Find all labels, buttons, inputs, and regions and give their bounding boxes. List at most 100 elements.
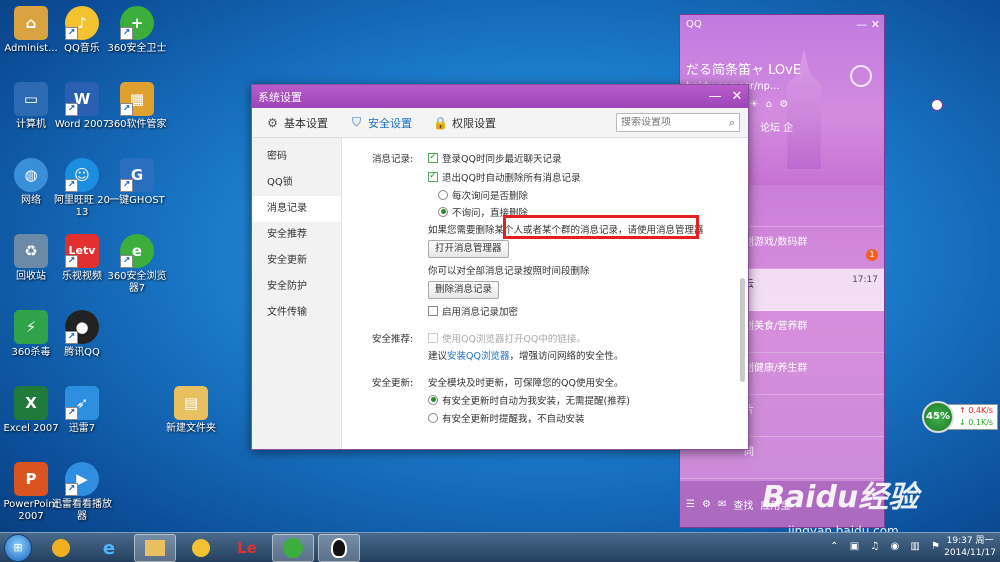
sidebar-item-password[interactable]: 密码	[252, 144, 341, 170]
network-icon: ◍	[14, 158, 48, 192]
shield-icon: ⛉	[351, 115, 361, 129]
settings-title-bar[interactable]: 系统设置 — ✕	[252, 85, 943, 111]
qq-window-controls[interactable]: — ✕	[856, 18, 880, 31]
explorer-icon	[145, 540, 165, 556]
computer-icon: ▭	[14, 82, 48, 116]
system-tray[interactable]: ⌃ ▣ ♫ ◉ ▥ ⚑	[830, 541, 944, 552]
open-message-manager-button[interactable]: 打开消息管理器	[428, 240, 509, 258]
baidu-watermark: Baidu经验 jingyan.baidu.com	[762, 472, 919, 538]
direct-delete-radio[interactable]	[438, 206, 448, 217]
desktop-icon-letv[interactable]: Letv乐视视频	[51, 234, 113, 283]
taskbar-letv[interactable]: Le	[226, 534, 268, 562]
memory-usage-badge: 45%	[922, 401, 954, 433]
ask-delete-radio[interactable]	[438, 189, 448, 200]
baidu-brand: Baidu经验	[762, 480, 919, 515]
network-speed-meter[interactable]: ↑ 0.4K/s ↓ 0.1K/s 45%	[922, 401, 1000, 433]
qq-music-icon: ♪	[65, 6, 99, 40]
settings-title: 系统设置	[258, 90, 302, 104]
qq-tabs-label: 论坛 企	[760, 123, 794, 134]
sidebar-item-qq-lock[interactable]: QQ锁	[252, 170, 341, 196]
taskbar-360-browser[interactable]	[272, 534, 314, 562]
sidebar-item-security-protection[interactable]: 安全防护	[252, 274, 341, 300]
folder-icon: ▤	[174, 386, 208, 420]
settings-search[interactable]: ⌕	[616, 113, 740, 132]
360-icon	[52, 539, 70, 557]
qq-music-taskbar-icon	[192, 539, 210, 557]
delete-history-button[interactable]: 删除消息记录	[428, 281, 500, 299]
desktop-icon-360-browser[interactable]: e360安全浏览器7	[106, 234, 168, 295]
qq-nickname[interactable]: だる简条笛ャ LOvE	[686, 59, 801, 78]
auto-delete-label: 退出QQ时自动删除所有消息记录	[442, 172, 581, 184]
settings-sidebar: 密码 QQ锁 消息记录 安全推荐 安全更新 安全防护 文件传输	[252, 138, 342, 449]
download-speed: ↓ 0.1K/s	[959, 418, 994, 427]
settings-search-input[interactable]	[621, 117, 721, 128]
auto-install-radio[interactable]	[428, 394, 438, 405]
taskbar-ie[interactable]: e	[88, 534, 130, 562]
taskbar-explorer[interactable]	[134, 534, 176, 562]
red-highlight-box	[503, 215, 699, 239]
word-icon: W	[65, 82, 99, 116]
letv-icon: Letv	[65, 234, 99, 268]
menu-icon[interactable]: ☰	[686, 499, 695, 510]
recycle-bin-icon: ♻	[14, 234, 48, 268]
ghost-icon: G	[120, 158, 154, 192]
taskbar-360[interactable]	[40, 534, 82, 562]
sidebar-item-file-transfer[interactable]: 文件传输	[252, 300, 341, 326]
360-guard-icon: +	[120, 6, 154, 40]
sidebar-item-security-recommend[interactable]: 安全推荐	[252, 222, 341, 248]
desktop-icon-thunder[interactable]: ➶迅雷7	[51, 386, 113, 435]
taskbar-qq-music[interactable]	[180, 534, 222, 562]
install-qq-browser-link[interactable]: 安装QQ浏览器	[447, 348, 509, 362]
time-delete-hint: 你可以对全部消息记录按照时间段删除	[428, 265, 590, 277]
lock-icon: 🔒	[433, 115, 448, 130]
qq-logo-icon	[931, 99, 943, 111]
find-button[interactable]: 查找	[733, 497, 753, 512]
settings-tabs: ⚙基本设置 ⛉安全设置 🔒权限设置 ⌕	[252, 108, 748, 138]
remind-update-radio[interactable]	[428, 412, 438, 423]
start-button[interactable]: ⊞	[4, 534, 32, 562]
desktop-icon-aliwangwang[interactable]: ☺阿里旺旺 2013	[51, 158, 113, 219]
minimize-button[interactable]: —	[704, 89, 726, 104]
desktop-icon-word[interactable]: WWord 2007	[51, 82, 113, 131]
encrypt-history-checkbox[interactable]	[428, 305, 438, 316]
gear-icon: ⚙	[267, 115, 278, 130]
settings-icon[interactable]: ⚙	[702, 499, 711, 510]
qq-penguin-icon: ●	[65, 310, 99, 344]
xunlei-player-icon: ▶	[65, 462, 99, 496]
tab-basic-settings[interactable]: ⚙ 基本设置	[266, 115, 328, 131]
message-manager-icon[interactable]: ✉	[718, 499, 726, 510]
content-scrollbar[interactable]	[740, 278, 745, 382]
desktop-icon-new-folder[interactable]: ▤ 新建文件夹	[160, 386, 222, 435]
speed-box: ↑ 0.4K/s ↓ 0.1K/s	[948, 404, 998, 430]
360-browser-icon: e	[120, 234, 154, 268]
360-antivirus-icon: ⚡	[14, 310, 48, 344]
tab-security-settings[interactable]: ⛉ 安全设置	[350, 115, 412, 131]
desktop-icon-360-software[interactable]: ▦360软件管家	[106, 82, 168, 131]
sidebar-item-message-history[interactable]: 消息记录	[252, 196, 341, 222]
clock-time: 19:37 周一	[946, 536, 994, 546]
taskbar-qq[interactable]	[318, 534, 360, 562]
message-history-label: 消息记录:	[372, 153, 414, 165]
taskbar: ⊞ e Le ⌃ ▣ ♫ ◉ ▥ ⚑ 19:37 周一 2014/11/17	[0, 532, 1000, 562]
letv-taskbar-icon: Le	[237, 539, 257, 557]
tab-permission-settings[interactable]: 🔒 权限设置	[433, 115, 496, 131]
close-button[interactable]: ✕	[726, 89, 748, 104]
auto-delete-checkbox[interactable]: ✓	[428, 171, 438, 182]
settings-content: 消息记录: ✓ 登录QQ时同步最近聊天记录 ✓ 退出QQ时自动删除所有消息记录 …	[342, 138, 748, 449]
clock[interactable]: 19:37 周一 2014/11/17	[944, 535, 996, 559]
desktop-icon-ghost[interactable]: G一键GHOST	[106, 158, 168, 207]
search-icon[interactable]: ⌕	[729, 116, 735, 130]
desktop-icon-360-guard[interactable]: +360安全卫士	[106, 6, 168, 55]
settings-window: 系统设置 — ✕ ⚙基本设置 ⛉安全设置 🔒权限设置 ⌕ 密码 QQ锁 消息记录…	[251, 84, 943, 450]
sync-history-checkbox[interactable]: ✓	[428, 152, 438, 163]
desktop-icon-qq[interactable]: ●腾讯QQ	[51, 310, 113, 359]
qq-browser-checkbox[interactable]	[428, 332, 438, 343]
security-update-desc: 安全模块及时更新，可保障您的QQ使用安全。	[428, 377, 624, 389]
sidebar-item-security-update[interactable]: 安全更新	[252, 248, 341, 274]
encrypt-history-label: 启用消息记录加密	[442, 306, 519, 318]
weather-icon[interactable]	[850, 65, 872, 87]
qq-taskbar-icon	[331, 538, 347, 558]
desktop-icon-qq-music[interactable]: ♪QQ音乐	[51, 6, 113, 55]
desktop-icon-xunlei-player[interactable]: ▶迅雷看看播放器	[51, 462, 113, 523]
auto-install-label: 有安全更新时自动为我安装，无需提醒(推荐)	[442, 395, 630, 407]
